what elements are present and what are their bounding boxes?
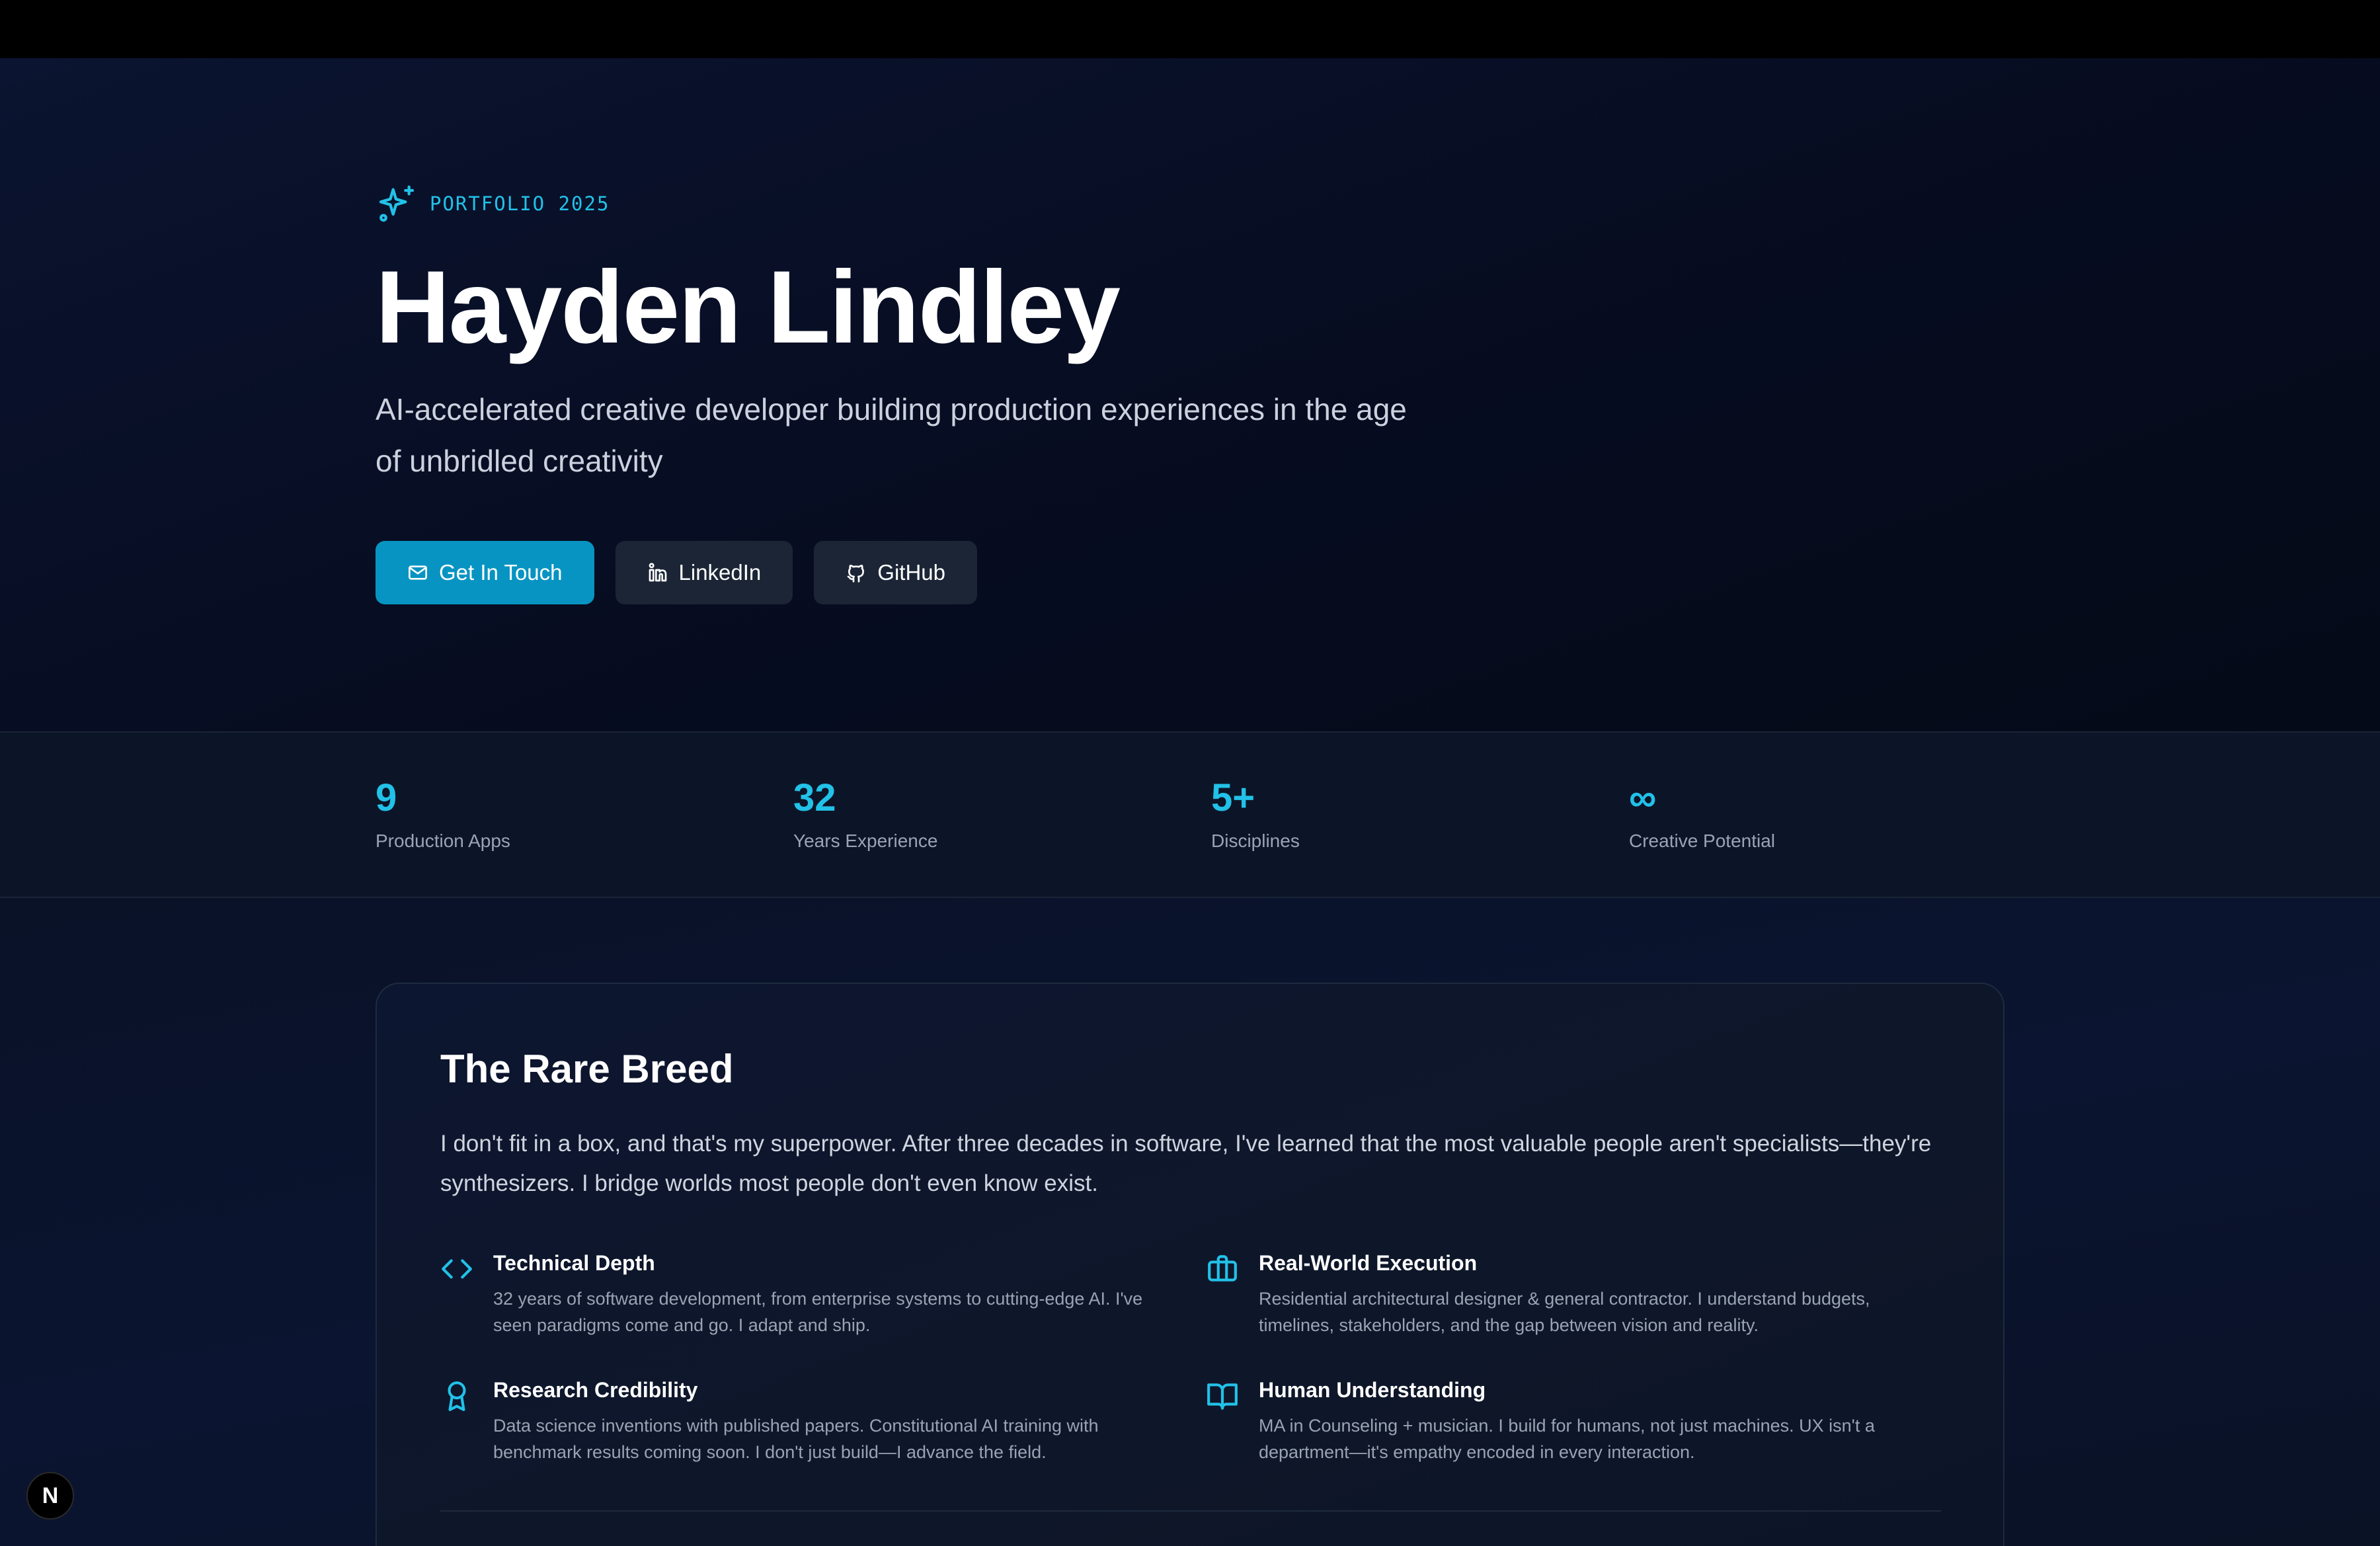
award-icon xyxy=(440,1379,473,1412)
stat-value: ∞ xyxy=(1629,776,1657,819)
hero-name: Hayden Lindley xyxy=(376,250,1121,365)
github-button[interactable]: GitHub xyxy=(814,541,977,604)
stats-bar: 9 Production Apps 32 Years Experience 5+… xyxy=(0,731,2380,898)
feature-desc: MA in Counseling + musician. I build for… xyxy=(1259,1416,1875,1462)
get-in-touch-label: Get In Touch xyxy=(439,560,563,585)
stat-value: 9 xyxy=(376,776,397,819)
stat-label: Creative Potential xyxy=(1629,830,1776,851)
linkedin-label: LinkedIn xyxy=(678,560,762,585)
feature-title: Research Credibility xyxy=(493,1378,698,1402)
get-in-touch-button[interactable]: Get In Touch xyxy=(376,541,594,604)
feature-desc: Residential architectural designer & gen… xyxy=(1259,1289,1870,1335)
card-intro: I don't fit in a box, and that's my supe… xyxy=(440,1131,1932,1196)
browser-top-bar xyxy=(0,0,2380,58)
feature-desc: Data science inventions with published p… xyxy=(493,1416,1099,1462)
portfolio-tag: PORTFOLIO 2025 xyxy=(376,183,610,225)
sparkles-icon xyxy=(379,185,415,222)
feature-title: Technical Depth xyxy=(493,1251,655,1275)
stat-value: 32 xyxy=(793,776,836,819)
hero-buttons: Get In Touch LinkedIn GitHub xyxy=(376,541,977,604)
stat-label: Production Apps xyxy=(376,830,510,851)
code-icon xyxy=(440,1252,473,1285)
feature-title: Human Understanding xyxy=(1259,1378,1486,1402)
stat-creative-potential: ∞ Creative Potential xyxy=(1629,775,1775,852)
stat-label: Disciplines xyxy=(1211,830,1300,851)
stat-label: Years Experience xyxy=(793,830,938,851)
rare-breed-card: The Rare Breed I don't fit in a box, and… xyxy=(376,983,2004,1546)
github-label: GitHub xyxy=(877,560,945,585)
nextjs-dev-badge[interactable]: N xyxy=(26,1472,74,1520)
feature-title: Real-World Execution xyxy=(1259,1251,1478,1275)
stat-disciplines: 5+ Disciplines xyxy=(1211,775,1300,852)
badge-letter: N xyxy=(42,1483,59,1508)
card-title: The Rare Breed xyxy=(440,1047,734,1091)
linkedin-button[interactable]: LinkedIn xyxy=(615,541,793,604)
mail-icon xyxy=(409,565,427,580)
hero-subtitle: AI-accelerated creative developer buildi… xyxy=(376,392,1407,478)
stat-value: 5+ xyxy=(1211,776,1255,819)
feature-desc: 32 years of software development, from e… xyxy=(493,1289,1143,1335)
book-open-icon xyxy=(1206,1379,1239,1412)
stat-production-apps: 9 Production Apps xyxy=(376,775,510,852)
linkedin-icon xyxy=(649,563,666,582)
briefcase-icon xyxy=(1206,1252,1239,1285)
portfolio-tag-label: PORTFOLIO 2025 xyxy=(430,192,610,215)
card-divider xyxy=(440,1510,1941,1512)
stat-years-experience: 32 Years Experience xyxy=(793,775,937,852)
github-icon xyxy=(847,565,865,583)
